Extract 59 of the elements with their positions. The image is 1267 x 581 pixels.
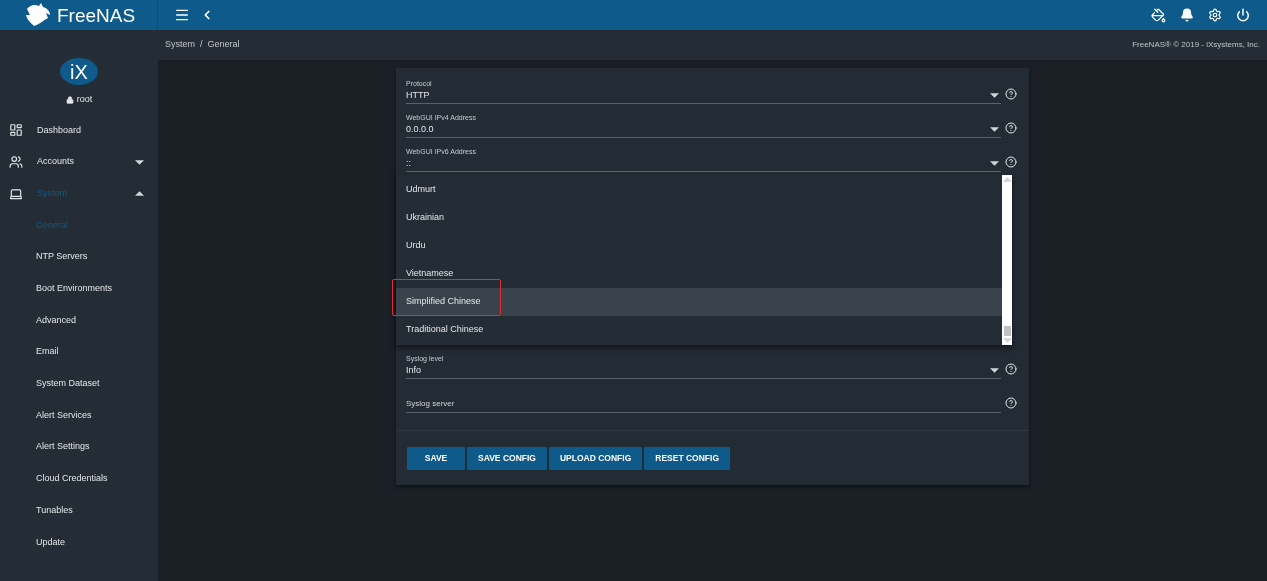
help-icon[interactable]	[1005, 397, 1017, 409]
sidebar-subitem[interactable]: System Dataset	[0, 368, 158, 400]
action-button[interactable]: RESET CONFIG	[644, 447, 730, 470]
caret-down-icon	[1002, 338, 1012, 343]
action-button[interactable]: SAVE	[407, 447, 465, 470]
text-input[interactable]: Syslog server	[406, 397, 1001, 411]
help-icon[interactable]	[1005, 122, 1017, 134]
lock-icon	[65, 95, 74, 104]
settings-icon[interactable]	[1208, 8, 1222, 22]
breadcrumb-item: General	[207, 38, 240, 52]
sidebar-subitem[interactable]: Email	[0, 336, 158, 368]
sidebar-subitem[interactable]: Update	[0, 526, 158, 559]
field-value: 0.0.0.0	[406, 123, 434, 136]
paint-bucket-icon[interactable]	[1151, 7, 1166, 23]
users-icon	[9, 155, 23, 170]
caret-down-icon	[990, 367, 999, 373]
dropdown-option[interactable]: Urdu	[396, 232, 1002, 260]
laptop-icon	[9, 186, 23, 201]
scrollbar[interactable]	[1002, 175, 1012, 345]
caret-down-icon	[135, 159, 144, 165]
caret-down-icon	[990, 92, 999, 98]
sidebar-subitem[interactable]: Cloud Credentials	[0, 463, 158, 495]
sidebar-subitem[interactable]: Boot Environments	[0, 272, 158, 305]
dropdown-option[interactable]: Simplified Chinese	[396, 288, 1002, 316]
sidebar-subitem[interactable]: Advanced	[0, 304, 158, 337]
caret-up-icon	[1002, 177, 1012, 182]
sidebar-subitem[interactable]: Alert Services	[0, 399, 158, 432]
ix-logo: iX	[60, 58, 98, 85]
sidebar-subitem[interactable]: Alert Settings	[0, 431, 158, 464]
field-value: HTTP	[406, 89, 430, 102]
copyright: FreeNAS® © 2019 - iXsystems, Inc.	[1132, 39, 1260, 51]
sidebar-subitem[interactable]: Tunables	[0, 494, 158, 527]
sidebar-item[interactable]: Dashboard	[0, 114, 158, 147]
power-icon[interactable]	[1236, 8, 1250, 22]
field-value: Info	[406, 364, 421, 377]
scrollbar-thumb[interactable]	[1003, 326, 1011, 336]
caret-down-icon	[990, 126, 999, 132]
dropdown-option[interactable]: Traditional Chinese	[396, 316, 1002, 344]
help-icon[interactable]	[1005, 88, 1017, 100]
brand-name: FreeNAS	[57, 5, 136, 25]
user-name: root	[76, 93, 93, 106]
menu-icon[interactable]	[174, 7, 190, 23]
help-icon[interactable]	[1005, 156, 1017, 168]
sidebar-item[interactable]: Accounts	[0, 146, 158, 178]
dropdown-option[interactable]: Udmurt	[396, 176, 1002, 204]
dropdown-option[interactable]: Vietnamese	[396, 260, 1002, 288]
notification-icon[interactable]	[1180, 8, 1194, 22]
caret-down-icon	[990, 160, 999, 166]
dashboard-icon	[9, 123, 23, 138]
breadcrumb-item: System	[165, 38, 195, 52]
help-icon[interactable]	[1005, 363, 1017, 375]
field-value: ::	[406, 157, 411, 170]
breadcrumb-item: /	[200, 38, 203, 52]
sidebar-subitem[interactable]: NTP Servers	[0, 241, 158, 273]
caret-up-icon	[135, 191, 144, 197]
action-button[interactable]: SAVE CONFIG	[467, 447, 547, 470]
action-button[interactable]: UPLOAD CONFIG	[548, 447, 643, 470]
dropdown-option[interactable]: Ukrainian	[396, 204, 1002, 232]
input-field[interactable]: Syslog server	[406, 379, 1001, 413]
